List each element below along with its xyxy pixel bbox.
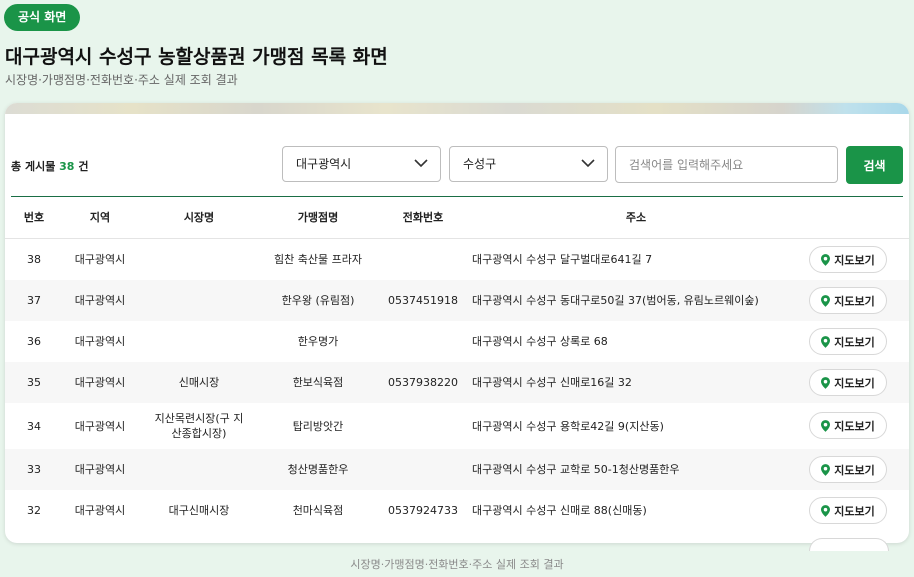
cell-market	[151, 321, 247, 362]
cell-region: 대구광역시	[74, 419, 126, 433]
cell-market	[151, 449, 247, 490]
cell-address: 대구광역시 수성구 신매로16길 32	[472, 376, 632, 389]
cell-number: 32	[27, 504, 41, 517]
cell-region: 대구광역시	[74, 294, 126, 307]
cell-market: 신매시장	[178, 376, 220, 389]
view-map-label: 지도보기	[834, 294, 875, 308]
district-select-value: 수성구	[463, 157, 497, 171]
city-select[interactable]: 대구광역시	[282, 146, 441, 182]
cell-market: 대구신매시장	[168, 504, 230, 517]
view-map-label: 지도보기	[834, 463, 875, 477]
cell-phone	[375, 449, 471, 490]
store-list-card: 총 게시물 38 건 대구광역시 수성구 검색 번호 지역 시장명 가맹점명 전…	[5, 103, 909, 543]
city-select-value: 대구광역시	[296, 157, 352, 171]
search-input[interactable]	[615, 146, 838, 183]
search-button[interactable]: 검색	[846, 146, 903, 184]
cell-store: 한보식육점	[292, 376, 344, 389]
cell-store: 한우명가	[297, 335, 339, 348]
cell-number: 33	[27, 463, 41, 476]
map-pin-icon	[821, 335, 831, 348]
col-store: 가맹점명	[297, 211, 339, 224]
cell-number: 38	[27, 253, 41, 266]
view-map-button[interactable]: 지도보기	[809, 287, 887, 314]
col-market: 시장명	[183, 211, 215, 224]
view-map-label: 지도보기	[834, 253, 875, 267]
cell-store: 천마식육점	[292, 504, 344, 517]
chevron-down-icon	[414, 159, 428, 168]
map-preview-strip	[5, 103, 909, 114]
table-row: 37 대구광역시 한우왕 (유림점) 0537451918 대구광역시 수성구 …	[5, 280, 909, 321]
cell-address: 대구광역시 수성구 신매로 88(신매동)	[472, 504, 647, 517]
col-phone: 전화번호	[402, 211, 444, 224]
cell-region: 대구광역시	[74, 253, 126, 266]
cell-store: 탑리방앗간	[292, 419, 344, 433]
page-title: 대구광역시 수성구 농할상품권 가맹점 목록 화면	[5, 46, 388, 68]
col-region: 지역	[89, 211, 111, 224]
cell-region: 대구광역시	[74, 376, 126, 389]
cell-address: 대구광역시 수성구 용학로42길 9(지산동)	[472, 419, 664, 433]
table-row: 33 대구광역시 청산명품한우 대구광역시 수성구 교학로 50-1청산명품한우…	[5, 449, 909, 490]
cell-region: 대구광역시	[74, 463, 126, 476]
map-pin-icon	[821, 376, 831, 389]
official-screen-badge: 공식 화면	[4, 4, 81, 31]
total-suffix: 건	[78, 160, 89, 173]
cell-phone: 0537938220	[388, 376, 458, 389]
cell-store: 한우왕 (유림점)	[281, 294, 355, 307]
table-row: 38 대구광역시 힘찬 축산물 프라자 대구광역시 수성구 달구벌대로641길 …	[5, 239, 909, 280]
table-row: 32 대구광역시 대구신매시장 천마식육점 0537924733 대구광역시 수…	[5, 490, 909, 531]
cell-number: 36	[27, 335, 41, 348]
map-pin-icon	[821, 419, 831, 432]
cell-number: 37	[27, 294, 41, 307]
cell-market	[151, 280, 247, 321]
page-subtitle: 시장명·가맹점명·전화번호·주소 실제 조회 결과	[5, 73, 238, 87]
cell-market: 지산목련시장(구 지산종합시장)	[154, 412, 244, 440]
cell-phone	[375, 403, 471, 449]
footer-note: 시장명·가맹점명·전화번호·주소 실제 조회 결과	[350, 558, 564, 571]
cell-phone: 0537451918	[388, 294, 458, 307]
cell-number: 35	[27, 376, 41, 389]
map-pin-icon	[821, 294, 831, 307]
map-pin-icon	[821, 504, 831, 517]
map-pin-icon	[821, 253, 831, 266]
total-count: 총 게시물 38 건	[11, 158, 88, 174]
table-row: 36 대구광역시 한우명가 대구광역시 수성구 상록로 68 지도보기	[5, 321, 909, 362]
cell-address: 대구광역시 수성구 달구벌대로641길 7	[472, 253, 653, 266]
chevron-down-icon	[581, 159, 595, 168]
view-map-label: 지도보기	[834, 335, 875, 349]
view-map-label: 지도보기	[834, 504, 875, 518]
col-number: 번호	[23, 211, 45, 224]
next-row-map-button-edge	[809, 538, 889, 551]
map-pin-icon	[821, 463, 831, 476]
cell-phone	[375, 239, 471, 280]
cell-phone	[375, 321, 471, 362]
cell-number: 34	[27, 419, 41, 433]
table-row: 35 대구광역시 신매시장 한보식육점 0537938220 대구광역시 수성구…	[5, 362, 909, 403]
cell-address: 대구광역시 수성구 교학로 50-1청산명품한우	[472, 463, 680, 476]
view-map-button[interactable]: 지도보기	[809, 412, 887, 439]
cell-region: 대구광역시	[74, 504, 126, 517]
cell-address: 대구광역시 수성구 동대구로50길 37(범어동, 유림노르웨이숲)	[472, 294, 759, 307]
table-row: 34 대구광역시 지산목련시장(구 지산종합시장) 탑리방앗간 대구광역시 수성…	[5, 403, 909, 449]
total-prefix: 총 게시물	[11, 160, 56, 173]
district-select[interactable]: 수성구	[449, 146, 608, 182]
view-map-label: 지도보기	[834, 419, 875, 433]
cell-region: 대구광역시	[74, 335, 126, 348]
view-map-label: 지도보기	[834, 376, 875, 390]
view-map-button[interactable]: 지도보기	[809, 497, 887, 524]
cell-store: 힘찬 축산물 프라자	[274, 253, 362, 266]
view-map-button[interactable]: 지도보기	[809, 456, 887, 483]
cell-market	[151, 239, 247, 280]
view-map-button[interactable]: 지도보기	[809, 369, 887, 396]
cell-phone: 0537924733	[388, 504, 458, 517]
col-address: 주소	[625, 211, 647, 224]
cell-store: 청산명품한우	[287, 463, 349, 476]
table-header: 번호 지역 시장명 가맹점명 전화번호 주소	[5, 197, 909, 239]
view-map-button[interactable]: 지도보기	[809, 328, 887, 355]
cell-address: 대구광역시 수성구 상록로 68	[472, 335, 608, 348]
view-map-button[interactable]: 지도보기	[809, 246, 887, 273]
total-count-number: 38	[59, 160, 75, 173]
